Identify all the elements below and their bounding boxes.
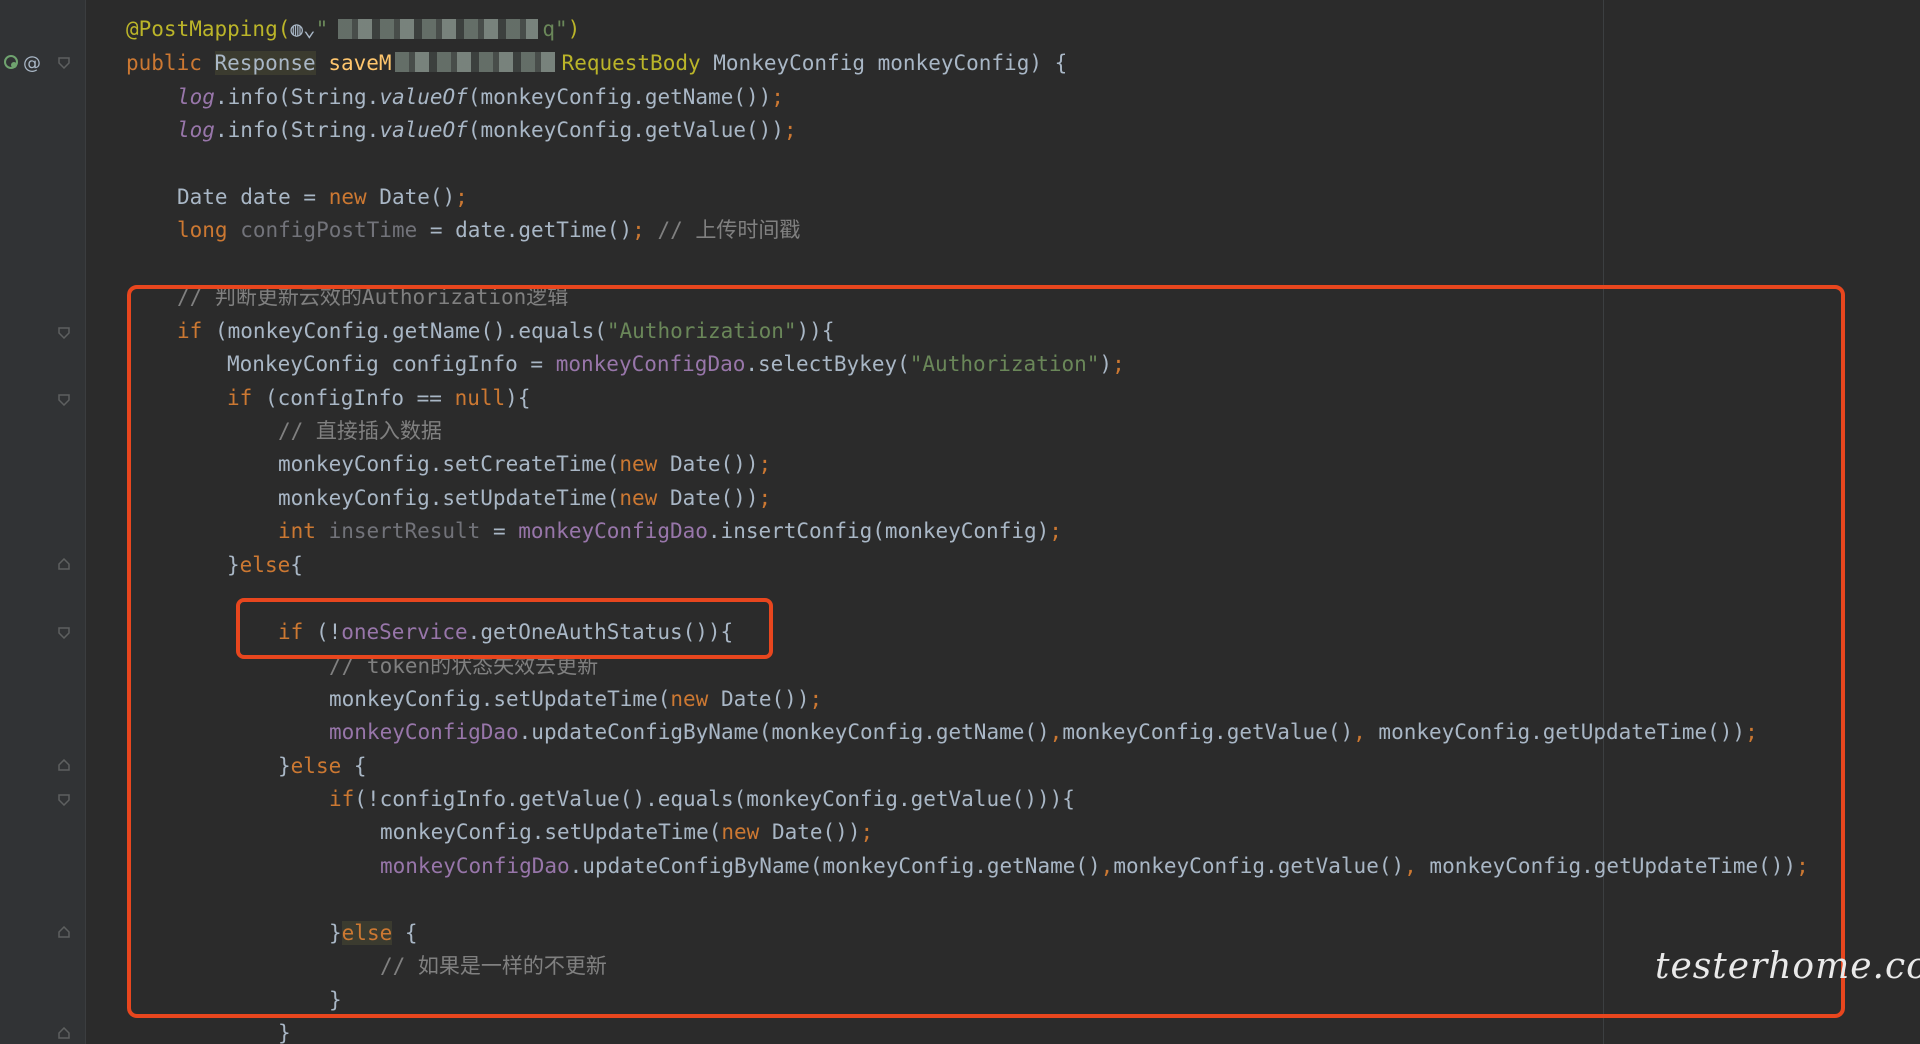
gutter-divider	[85, 0, 86, 1044]
override-marker-icon[interactable]: @	[23, 53, 41, 74]
code-line[interactable]: log.info(String.valueOf(monkeyConfig.get…	[177, 81, 784, 114]
code-editor[interactable]: @ @PostMapping(◍⌄" q") public Response sa…	[0, 0, 1920, 1044]
fold-marker-icon[interactable]	[58, 926, 70, 938]
code-line[interactable]: log.info(String.valueOf(monkeyConfig.get…	[177, 114, 797, 147]
spring-bean-icon[interactable]	[2, 53, 20, 76]
fold-marker-icon[interactable]	[58, 394, 70, 406]
fold-marker-icon[interactable]	[58, 794, 70, 806]
watermark: testerhome.com	[1655, 946, 1920, 987]
fold-marker-icon[interactable]	[58, 558, 70, 570]
code-line[interactable]: long configPostTime = date.getTime(); //…	[177, 214, 800, 247]
fold-marker-icon[interactable]	[58, 1027, 70, 1039]
fold-marker-icon[interactable]	[58, 759, 70, 771]
code-line[interactable]: }	[278, 1017, 291, 1044]
globe-icon[interactable]: ◍⌄	[290, 17, 315, 41]
code-line[interactable]: public Response saveM RequestBody MonkeyC…	[126, 47, 1067, 80]
fold-marker-icon[interactable]	[58, 57, 70, 69]
editor-gutter[interactable]	[0, 0, 85, 1044]
code-line[interactable]: @PostMapping(◍⌄" q")	[126, 13, 580, 46]
highlight-box-inner	[236, 598, 773, 659]
code-line[interactable]: Date date = new Date();	[177, 181, 468, 214]
fold-marker-icon[interactable]	[58, 627, 70, 639]
fold-marker-icon[interactable]	[58, 327, 70, 339]
